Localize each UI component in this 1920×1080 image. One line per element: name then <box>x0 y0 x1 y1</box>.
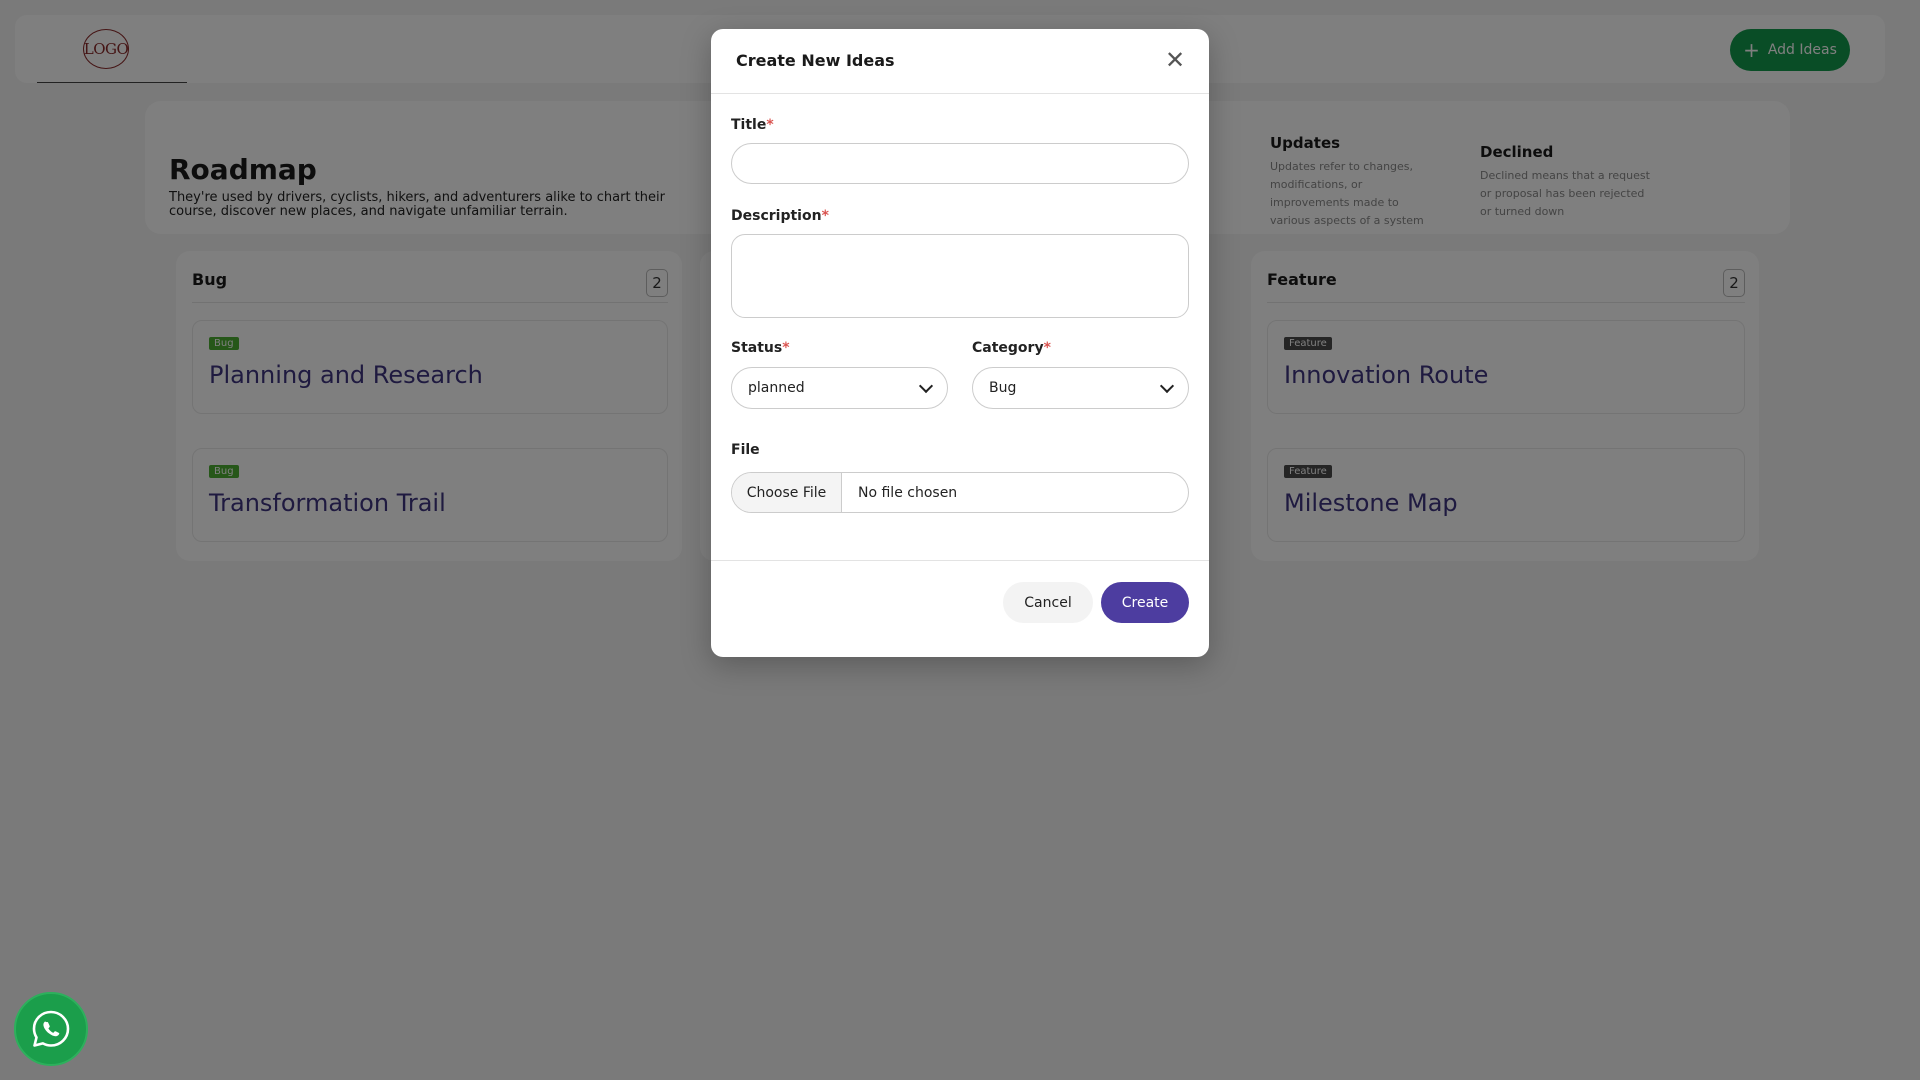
description-label: Description* <box>731 208 829 224</box>
modal-title: Create New Ideas <box>736 51 895 70</box>
file-label: File <box>731 442 760 458</box>
chevron-down-icon <box>918 378 934 393</box>
required-mark: * <box>1043 340 1051 356</box>
whatsapp-icon <box>32 1010 70 1047</box>
file-input[interactable]: Choose File No file chosen <box>731 472 1189 513</box>
cancel-button[interactable]: Cancel <box>1003 582 1093 623</box>
required-mark: * <box>782 340 790 356</box>
modal-divider <box>711 560 1209 561</box>
category-value: Bug <box>989 380 1017 396</box>
create-button[interactable]: Create <box>1101 582 1189 623</box>
category-select[interactable]: Bug <box>972 367 1189 409</box>
required-mark: * <box>821 208 829 224</box>
chevron-down-icon <box>1159 378 1175 393</box>
modal-header: Create New Ideas ✕ <box>711 29 1209 94</box>
description-input[interactable] <box>731 234 1189 318</box>
status-label-text: Status <box>731 340 783 356</box>
choose-file-button[interactable]: Choose File <box>732 473 842 512</box>
description-label-text: Description <box>731 208 822 224</box>
close-button[interactable]: ✕ <box>1161 47 1189 75</box>
create-idea-modal: Create New Ideas ✕ Title* Description* S… <box>711 29 1209 657</box>
title-label: Title* <box>731 117 774 133</box>
required-mark: * <box>766 117 774 133</box>
no-file-text: No file chosen <box>858 484 958 501</box>
category-label: Category* <box>972 340 1051 356</box>
close-icon: ✕ <box>1164 47 1186 74</box>
whatsapp-button[interactable] <box>14 992 88 1066</box>
status-select[interactable]: planned <box>731 367 948 409</box>
status-label: Status* <box>731 340 790 356</box>
status-value: planned <box>748 380 805 396</box>
category-label-text: Category <box>972 340 1044 356</box>
title-label-text: Title <box>731 117 767 133</box>
title-input[interactable] <box>731 143 1189 184</box>
